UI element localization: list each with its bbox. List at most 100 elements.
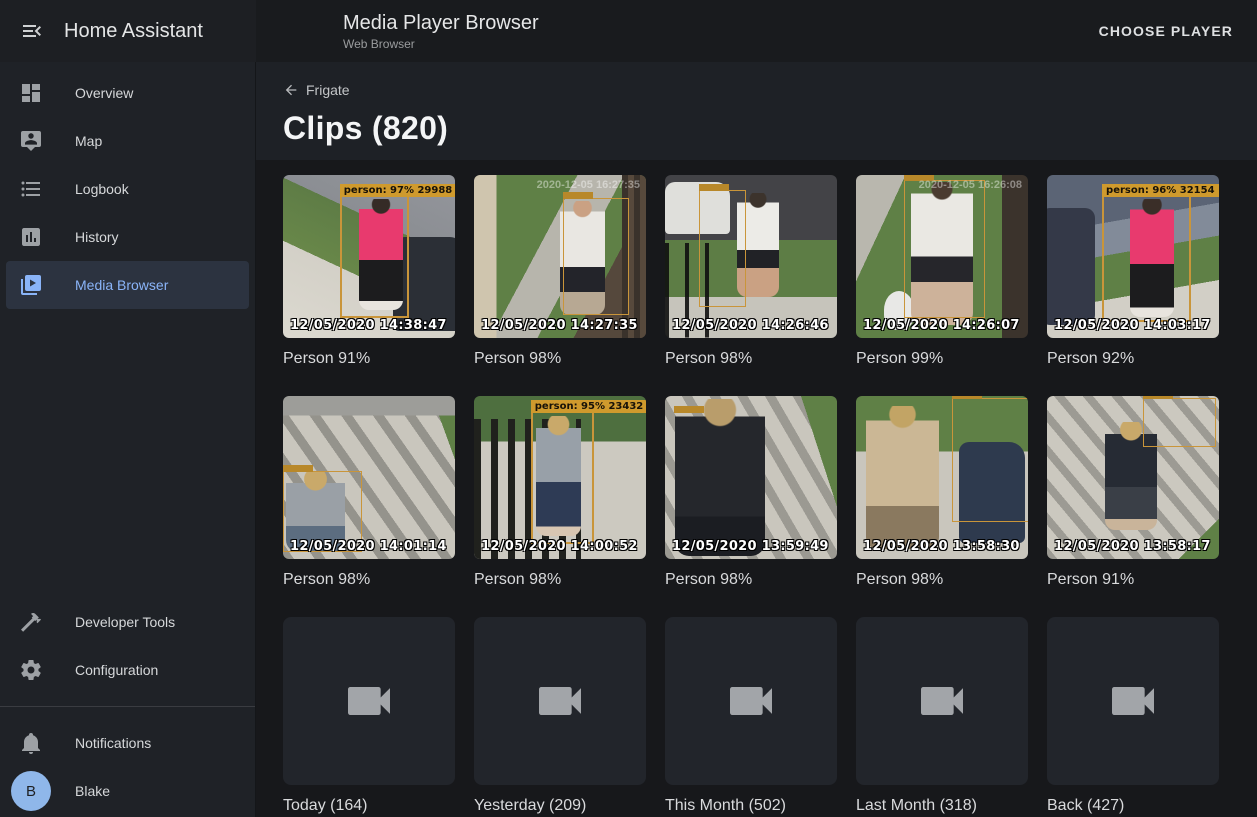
folder-thumbnail[interactable] [474,617,646,785]
folder-card-this-month[interactable]: This Month (502) [665,617,837,817]
video-icon [723,673,779,729]
detection-bbox: person: 97% 29988 [340,195,409,319]
clip-caption: Person 98% [474,568,646,592]
arrow-left-icon [283,82,299,98]
clip-caption: Person 98% [283,568,455,592]
detection-bbox [952,398,1028,522]
sidebar-item-developer-tools[interactable]: Developer Tools [6,598,249,646]
clip-caption: Person 91% [283,347,455,371]
clip-thumbnail[interactable]: 12/05/2020 13:58:17 [1047,396,1219,559]
osd-timestamp: 12/05/2020 14:27:35 [481,318,638,333]
profile-name: Blake [75,783,110,799]
app-bar: Home Assistant Media Player Browser Web … [0,0,1257,62]
sidebar-footer: Developer Tools Configuration Notificati… [0,598,255,817]
detection-label: person: 97% 29988 [340,184,455,197]
sidebar-item-overview[interactable]: Overview [6,69,249,117]
folder-caption: Last Month (318) [856,794,1028,817]
folder-card-last-month[interactable]: Last Month (318) [856,617,1028,817]
clip-thumbnail[interactable]: 2020-12-05 16:26:08 12/05/2020 14:26:07 [856,175,1028,338]
bell-icon [19,731,43,755]
app-title: Home Assistant [64,20,203,43]
detection-label: person: 96% 32154 [1102,184,1219,197]
clips-grid: person: 97% 29988 12/05/2020 14:38:47 Pe… [256,160,1257,817]
detection-bbox: person: 95% 23432 [531,411,595,545]
chart-box-icon [19,225,43,249]
folder-thumbnail[interactable] [1047,617,1219,785]
clip-card[interactable]: 12/05/2020 13:58:30 Person 98% [856,396,1028,592]
hammer-icon [19,610,43,634]
sidebar-item-label: Map [75,133,102,149]
clip-caption: Person 99% [856,347,1028,371]
video-icon [1105,673,1161,729]
clip-caption: Person 98% [474,347,646,371]
osd-timestamp: 12/05/2020 14:00:52 [481,539,638,554]
sidebar-divider [0,706,255,707]
sidebar-item-map[interactable]: Map [6,117,249,165]
menu-open-icon[interactable] [20,19,44,43]
clip-card[interactable]: 2020-12-05 16:26:08 12/05/2020 14:26:07 … [856,175,1028,371]
sidebar-item-notifications[interactable]: Notifications [6,719,249,767]
clip-card[interactable]: 2020-12-05 16:27:35 12/05/2020 14:27:35 … [474,175,646,371]
detection-bbox [1143,398,1215,447]
osd-timestamp: 12/05/2020 14:26:46 [672,318,829,333]
sidebar: Overview Map Logbook History Media Brows… [0,62,256,817]
clip-thumbnail[interactable]: 12/05/2020 13:59:49 [665,396,837,559]
clip-card[interactable]: 12/05/2020 13:59:49 Person 98% [665,396,837,592]
clip-card[interactable]: person: 97% 29988 12/05/2020 14:38:47 Pe… [283,175,455,371]
osd-timestamp: 12/05/2020 13:58:17 [1054,539,1211,554]
osd-timestamp: 12/05/2020 14:38:47 [290,318,447,333]
clip-card[interactable]: 12/05/2020 14:26:46 Person 98% [665,175,837,371]
clip-card[interactable]: person: 95% 23432 12/05/2020 14:00:52 Pe… [474,396,646,592]
app-bar-left: Home Assistant [0,0,256,62]
sidebar-item-media-browser[interactable]: Media Browser [6,261,249,309]
sidebar-item-logbook[interactable]: Logbook [6,165,249,213]
video-icon [914,673,970,729]
page-subtitle: Web Browser [343,37,539,51]
folder-card-today[interactable]: Today (164) [283,617,455,817]
osd-timestamp: 12/05/2020 13:58:30 [863,539,1020,554]
detection-bbox [699,190,745,307]
sidebar-nav: Overview Map Logbook History Media Brows… [0,62,255,309]
breadcrumb-label: Frigate [306,82,350,98]
clip-card[interactable]: 12/05/2020 14:01:14 Person 98% [283,396,455,592]
content-title: Clips (820) [283,110,1257,147]
play-box-multiple-icon [19,273,43,297]
breadcrumb[interactable]: Frigate [283,82,350,98]
clip-card[interactable]: 12/05/2020 13:58:17 Person 91% [1047,396,1219,592]
sidebar-item-label: Configuration [75,662,158,678]
clip-caption: Person 92% [1047,347,1219,371]
folder-card-yesterday[interactable]: Yesterday (209) [474,617,646,817]
clip-thumbnail[interactable]: person: 95% 23432 12/05/2020 14:00:52 [474,396,646,559]
folder-card-back[interactable]: Back (427) [1047,617,1219,817]
sidebar-item-label: Logbook [75,181,129,197]
clip-thumbnail[interactable]: 12/05/2020 14:26:46 [665,175,837,338]
page-title: Media Player Browser [343,11,539,35]
detection-bbox [563,198,628,315]
clip-thumbnail[interactable]: 12/05/2020 14:01:14 [283,396,455,559]
clip-card[interactable]: person: 96% 32154 12/05/2020 14:03:17 Pe… [1047,175,1219,371]
clip-thumbnail[interactable]: 2020-12-05 16:27:35 12/05/2020 14:27:35 [474,175,646,338]
content-header: Frigate Clips (820) [256,62,1257,160]
sidebar-item-profile[interactable]: B Blake [6,767,249,815]
video-icon [341,673,397,729]
clip-thumbnail[interactable]: person: 96% 32154 12/05/2020 14:03:17 [1047,175,1219,338]
view-dashboard-icon [19,81,43,105]
folder-thumbnail[interactable] [665,617,837,785]
page-title-block: Media Player Browser Web Browser [343,11,539,51]
detection-tag [674,406,704,413]
sidebar-item-configuration[interactable]: Configuration [6,646,249,694]
sidebar-item-label: Media Browser [75,277,168,293]
choose-player-button[interactable]: CHOOSE PLAYER [1091,15,1241,47]
osd-timestamp: 12/05/2020 14:26:07 [863,318,1020,333]
media-browser-panel: Frigate Clips (820) person: 97% 29988 12… [256,62,1257,817]
clip-thumbnail[interactable]: 12/05/2020 13:58:30 [856,396,1028,559]
detection-bbox [904,180,985,319]
tooltip-account-icon [19,129,43,153]
detection-label: person: 95% 23432 [531,400,646,413]
folder-thumbnail[interactable] [283,617,455,785]
clip-caption: Person 91% [1047,568,1219,592]
osd-timestamp: 12/05/2020 14:01:14 [290,539,447,554]
clip-thumbnail[interactable]: person: 97% 29988 12/05/2020 14:38:47 [283,175,455,338]
folder-thumbnail[interactable] [856,617,1028,785]
sidebar-item-history[interactable]: History [6,213,249,261]
